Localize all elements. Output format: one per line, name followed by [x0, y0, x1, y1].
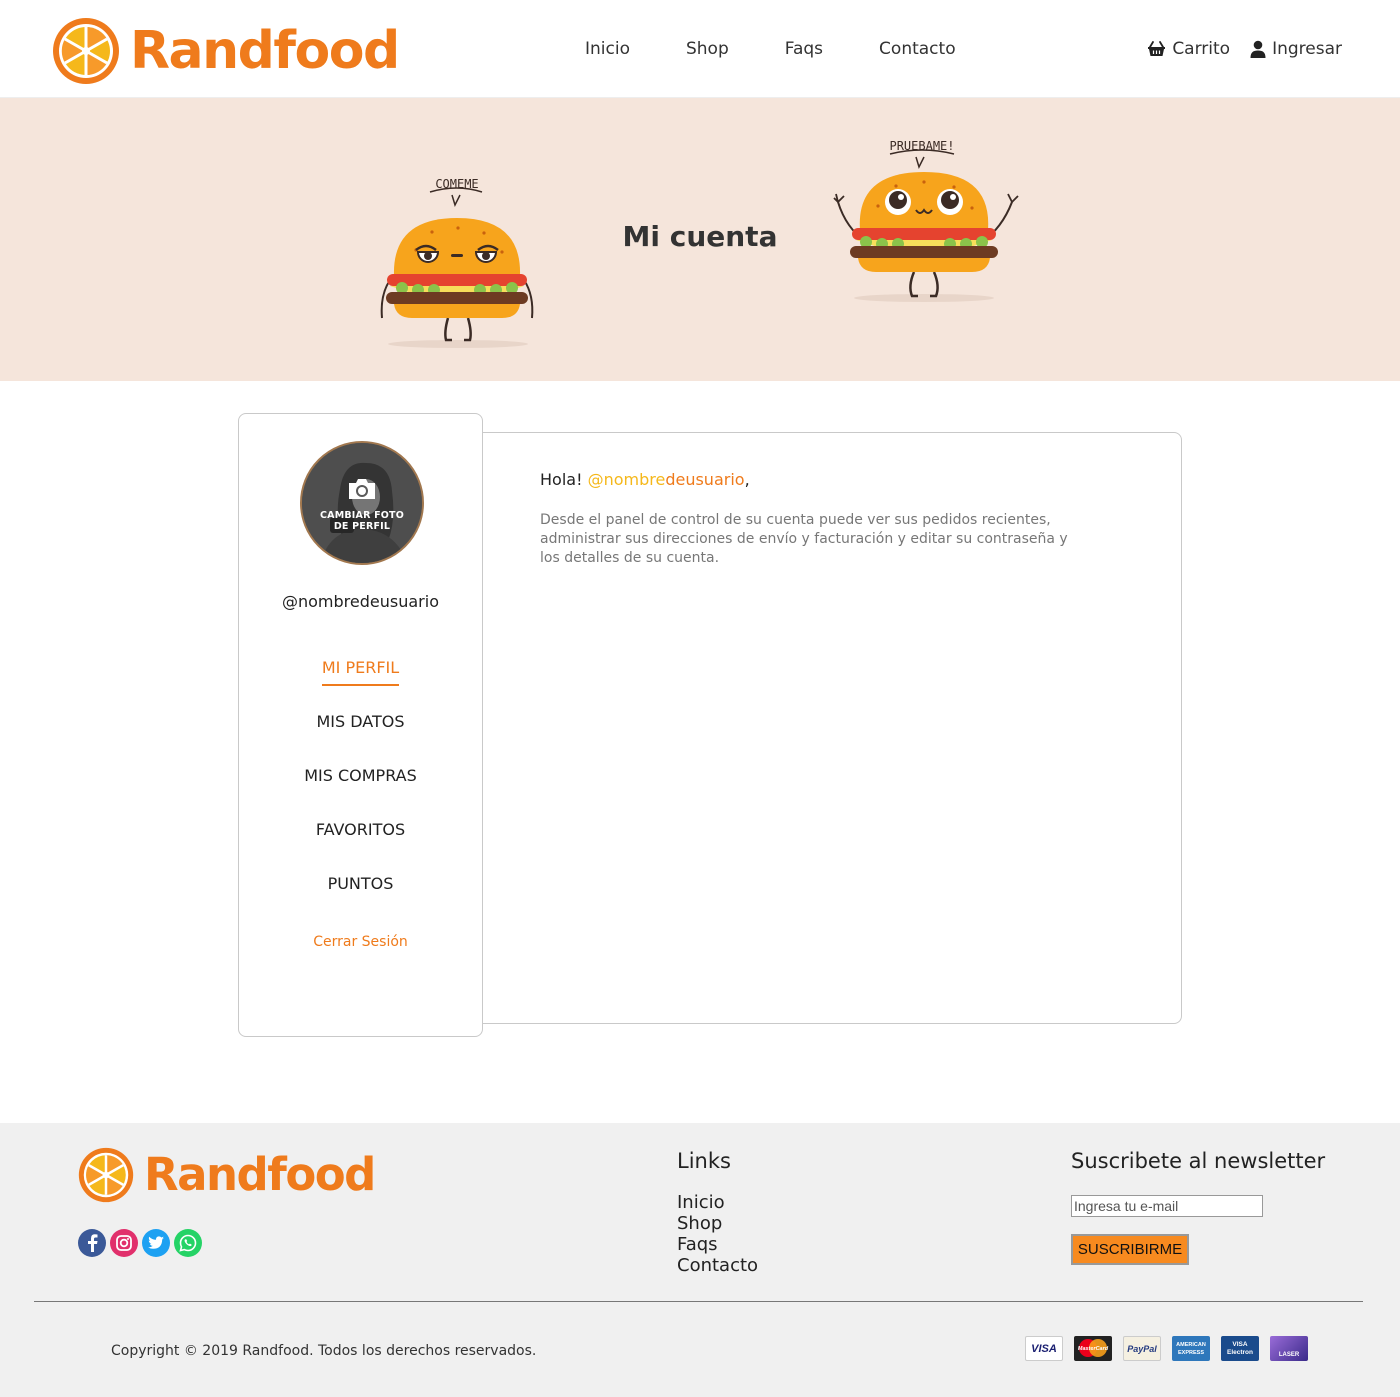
nav-item-shop[interactable]: Shop [686, 37, 729, 61]
nav-item-faqs[interactable]: Faqs [785, 37, 823, 61]
laser-icon: LASER [1270, 1336, 1308, 1361]
footer-link-inicio[interactable]: Inicio [677, 1192, 758, 1213]
happy-burger-illustration: PRUEBAME! [833, 139, 1019, 302]
menu-item-mi-perfil[interactable]: MI PERFIL [239, 658, 482, 712]
greeting-prefix: Hola! [540, 470, 583, 489]
newsletter-email-input[interactable] [1071, 1195, 1263, 1217]
login-label: Ingresar [1272, 39, 1342, 59]
page-title: Mi cuenta [622, 220, 778, 253]
menu-item-favoritos[interactable]: FAVORITOS [239, 820, 482, 874]
site-footer: Randfood Links Inicio Shop Faqs Contacto… [0, 1123, 1400, 1397]
nav-item-inicio[interactable]: Inicio [585, 37, 630, 61]
cart-link[interactable]: Carrito [1147, 37, 1230, 61]
menu-item-label: PUNTOS [327, 874, 394, 893]
twitter-icon[interactable] [142, 1229, 170, 1257]
orange-slice-icon [53, 18, 119, 84]
newsletter-form: Suscribete al newsletter SUSCRIBIRME [1071, 1148, 1325, 1265]
orange-slice-icon [78, 1147, 134, 1203]
account-sidebar: CAMBIAR FOTO DE PERFIL @nombredeusuario … [238, 413, 483, 1037]
payment-methods: VISA MasterCard PayPal AMERICAN EXPRESS … [1025, 1336, 1308, 1361]
footer-link-contacto[interactable]: Contacto [677, 1255, 758, 1276]
logout-link[interactable]: Cerrar Sesión [239, 933, 482, 951]
visa-icon: VISA [1025, 1336, 1063, 1361]
cart-label: Carrito [1172, 39, 1231, 59]
menu-item-label: MIS DATOS [316, 712, 405, 731]
site-header: Randfood Inicio Shop Faqs Contacto Carri… [0, 0, 1400, 98]
account-dashboard-panel: Hola! @nombredeusuario, Desde el panel d… [470, 432, 1182, 1024]
grumpy-burger-illustration: COMEME [380, 177, 534, 348]
visa-electron-icon: VISA Electron [1221, 1336, 1259, 1361]
menu-item-label: FAVORITOS [315, 820, 406, 839]
facebook-icon[interactable] [78, 1229, 106, 1257]
mastercard-icon: MasterCard [1074, 1336, 1112, 1361]
greeting-suffix: , [744, 470, 750, 489]
footer-divider [34, 1301, 1363, 1302]
copyright-text: Copyright © 2019 Randfood. Todos los der… [111, 1343, 537, 1359]
avatar-photo [302, 443, 422, 563]
footer-links-title: Links [677, 1149, 731, 1173]
main-nav: Inicio Shop Faqs Contacto [585, 37, 956, 61]
greeting: Hola! @nombredeusuario, [540, 470, 750, 490]
header-actions: Carrito Ingresar [1127, 37, 1342, 61]
logo-text: Randfood [130, 21, 400, 81]
social-links [78, 1229, 206, 1257]
menu-item-mis-datos[interactable]: MIS DATOS [239, 712, 482, 766]
menu-item-mis-compras[interactable]: MIS COMPRAS [239, 766, 482, 820]
dashboard-intro-text: Desde el panel de control de su cuenta p… [540, 512, 1068, 566]
login-link[interactable]: Ingresar [1250, 37, 1342, 61]
menu-item-label: MIS COMPRAS [304, 766, 417, 785]
burger-speech-pruebame: PRUEBAME! [889, 139, 954, 153]
subscribe-button[interactable]: SUSCRIBIRME [1071, 1234, 1189, 1265]
camera-icon [349, 479, 375, 499]
greeting-username-part1: @nombre [587, 470, 666, 489]
whatsapp-icon[interactable] [174, 1229, 202, 1257]
site-logo[interactable]: Randfood [52, 16, 400, 86]
paypal-icon: PayPal [1123, 1336, 1161, 1361]
hero-banner: COMEME Mi cuenta PRUEBAME! [0, 98, 1400, 381]
nav-item-contacto[interactable]: Contacto [879, 37, 956, 61]
instagram-icon[interactable] [110, 1229, 138, 1257]
avatar[interactable]: CAMBIAR FOTO DE PERFIL [300, 441, 424, 565]
footer-logo-text: Randfood [144, 1148, 376, 1201]
footer-link-shop[interactable]: Shop [677, 1213, 758, 1234]
sidebar-username: @nombredeusuario [282, 592, 439, 611]
account-menu: MI PERFIL MIS DATOS MIS COMPRAS FAVORITO… [239, 658, 482, 928]
menu-item-puntos[interactable]: PUNTOS [239, 874, 482, 928]
footer-links: Links Inicio Shop Faqs Contacto [677, 1148, 758, 1276]
change-photo-label: CAMBIAR FOTO DE PERFIL [319, 510, 405, 532]
footer-link-faqs[interactable]: Faqs [677, 1234, 758, 1255]
user-icon [1250, 40, 1266, 58]
greeting-username-part2: deusuario [665, 470, 745, 489]
footer-logo[interactable]: Randfood [78, 1145, 376, 1205]
basket-icon [1148, 41, 1166, 56]
newsletter-title: Suscribete al newsletter [1071, 1149, 1326, 1173]
amex-icon: AMERICAN EXPRESS [1172, 1336, 1210, 1361]
menu-item-label: MI PERFIL [321, 658, 400, 686]
